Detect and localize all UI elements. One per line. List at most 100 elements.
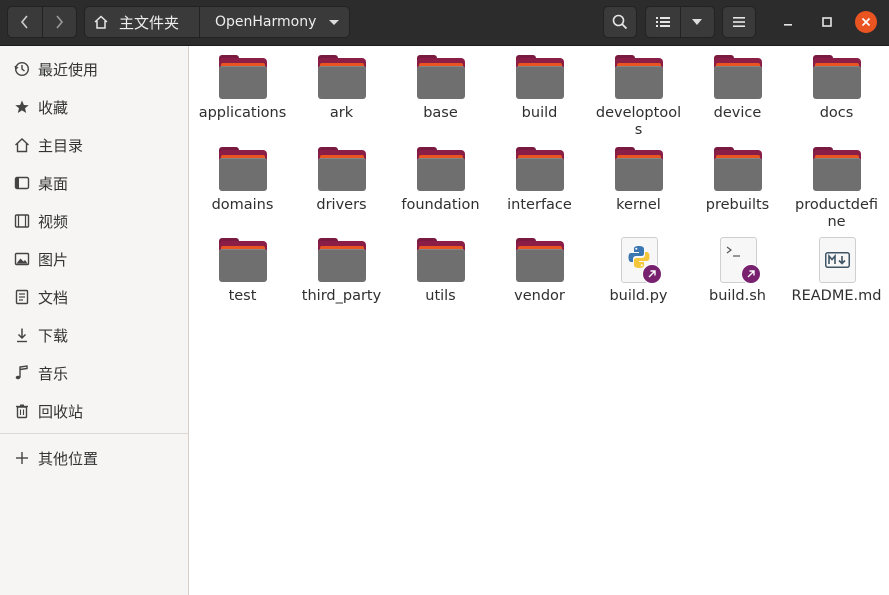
folder-item[interactable]: base (391, 54, 490, 122)
file-name: kernel (616, 197, 661, 213)
folder-icon (614, 146, 663, 194)
plus-icon (13, 449, 31, 467)
symlink-arrow-icon (641, 264, 662, 284)
header-bar: 主文件夹 OpenHarmony (0, 0, 889, 46)
view-options-dropdown[interactable] (679, 7, 715, 37)
navigation-buttons (7, 6, 77, 38)
folder-item[interactable]: ark (292, 54, 391, 122)
sidebar-item-desktop[interactable]: 桌面 (0, 164, 188, 202)
folder-icon (218, 146, 267, 194)
home-icon (94, 15, 108, 29)
folder-item[interactable]: foundation (391, 146, 490, 214)
folder-icon (416, 237, 465, 285)
file-name: docs (819, 105, 854, 121)
folder-item[interactable]: applications (193, 54, 292, 122)
file-name: vendor (514, 288, 565, 304)
clock-icon (13, 60, 31, 78)
minimize-button[interactable] (777, 11, 799, 33)
sidebar-divider (0, 433, 188, 434)
chevron-down-icon (692, 19, 703, 25)
folder-icon (713, 54, 762, 102)
folder-item[interactable]: vendor (490, 237, 589, 305)
folder-item[interactable]: domains (193, 146, 292, 214)
path-bar: 主文件夹 OpenHarmony (84, 6, 350, 38)
folder-item[interactable]: developtools (589, 54, 688, 139)
sidebar-item-label: 回收站 (38, 402, 84, 421)
folder-icon (218, 54, 267, 102)
file-name: foundation (401, 197, 480, 213)
search-icon (612, 14, 628, 30)
file-name: interface (507, 197, 572, 213)
chevron-down-icon (329, 20, 339, 25)
maximize-button[interactable] (816, 11, 838, 33)
file-name: applications (198, 105, 287, 121)
chevron-left-icon (20, 15, 28, 29)
folder-item[interactable]: third_party (292, 237, 391, 305)
close-icon (861, 17, 871, 27)
file-name: domains (211, 197, 274, 213)
folder-icon (416, 54, 465, 102)
sidebar-item-music[interactable]: 音乐 (0, 354, 188, 392)
search-button[interactable] (603, 6, 637, 38)
folder-icon (614, 54, 663, 102)
sidebar-item-starred[interactable]: 收藏 (0, 88, 188, 126)
star-icon (13, 98, 31, 116)
sidebar-item-recent[interactable]: 最近使用 (0, 50, 188, 88)
folder-icon (713, 146, 762, 194)
list-icon (655, 17, 670, 27)
close-button[interactable] (855, 11, 877, 33)
sidebar-item-trash[interactable]: 回收站 (0, 392, 188, 430)
file-name: utils (425, 288, 456, 304)
sidebar-item-downloads[interactable]: 下载 (0, 316, 188, 354)
sidebar-item-label: 主目录 (38, 136, 84, 155)
path-home-label: 主文件夹 (119, 13, 180, 32)
folder-item[interactable]: prebuilts (688, 146, 787, 214)
sidebar-item-other-locations[interactable]: 其他位置 (0, 439, 188, 477)
home-icon (13, 136, 31, 154)
file-name: ark (329, 105, 354, 121)
folder-item[interactable]: drivers (292, 146, 391, 214)
path-current-label: OpenHarmony (215, 14, 317, 30)
folder-icon (515, 54, 564, 102)
back-button[interactable] (8, 7, 42, 37)
file-item[interactable]: build.py (589, 237, 688, 305)
document-icon (13, 288, 31, 306)
sidebar-item-pictures[interactable]: 图片 (0, 240, 188, 278)
sidebar-item-documents[interactable]: 文档 (0, 278, 188, 316)
sidebar-item-label: 图片 (38, 250, 69, 269)
file-name: drivers (316, 197, 367, 213)
menu-button[interactable] (722, 6, 756, 38)
file-grid: applications ark base build developtools… (190, 46, 889, 595)
file-item[interactable]: README.md (787, 237, 886, 305)
terminal-prompt-icon (726, 246, 740, 257)
file-name: README.md (791, 288, 882, 304)
folder-item[interactable]: utils (391, 237, 490, 305)
folder-item[interactable]: device (688, 54, 787, 122)
folder-item[interactable]: test (193, 237, 292, 305)
sidebar-item-label: 其他位置 (38, 449, 99, 468)
file-name: build.py (609, 288, 668, 304)
path-home-button[interactable]: 主文件夹 (85, 7, 200, 37)
path-current-button[interactable]: OpenHarmony (200, 7, 349, 37)
folder-item[interactable]: build (490, 54, 589, 122)
sidebar-item-home[interactable]: 主目录 (0, 126, 188, 164)
folder-icon (515, 146, 564, 194)
folder-item[interactable]: kernel (589, 146, 688, 214)
sidebar-item-videos[interactable]: 视频 (0, 202, 188, 240)
file-item[interactable]: build.sh (688, 237, 787, 305)
list-view-button[interactable] (646, 7, 680, 37)
sidebar-item-label: 视频 (38, 212, 69, 231)
folder-item[interactable]: productdefine (787, 146, 886, 231)
forward-button[interactable] (41, 7, 77, 37)
maximize-icon (822, 17, 832, 27)
file-name: test (228, 288, 257, 304)
folder-item[interactable]: docs (787, 54, 886, 122)
markdown-file-icon (813, 237, 861, 285)
sidebar-item-label: 收藏 (38, 98, 69, 117)
sidebar-item-label: 下载 (38, 326, 69, 345)
folder-icon (515, 237, 564, 285)
folder-item[interactable]: interface (490, 146, 589, 214)
folder-icon (218, 237, 267, 285)
desktop-icon (13, 174, 31, 192)
file-name: build (521, 105, 558, 121)
